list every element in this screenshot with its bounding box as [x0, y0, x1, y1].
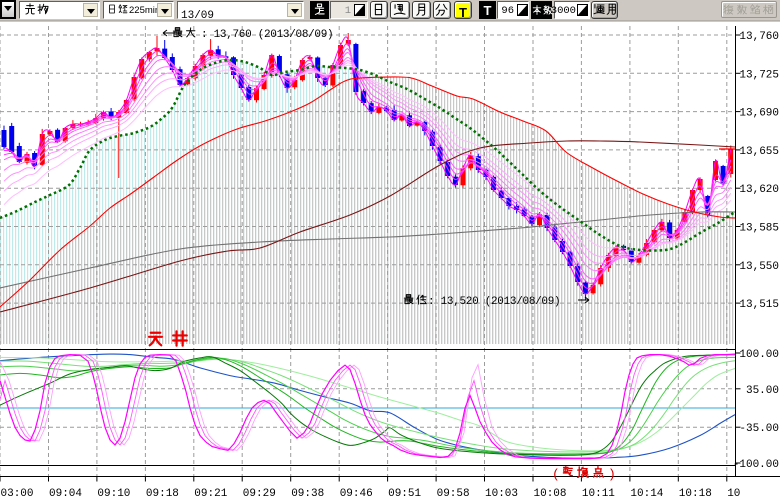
svg-text:13,760: 13,760 [739, 31, 779, 43]
svg-text:13,655: 13,655 [739, 146, 779, 158]
svg-text:09:18: 09:18 [146, 488, 179, 500]
svg-text:09:10: 09:10 [97, 488, 130, 500]
svg-text:10:18: 10:18 [679, 488, 712, 500]
svg-text:(: ( [552, 467, 560, 482]
svg-text:13,690: 13,690 [739, 108, 779, 120]
svg-text:03:00: 03:00 [1, 488, 34, 500]
svg-text:10: 10 [727, 488, 740, 500]
svg-text:10:14: 10:14 [630, 488, 663, 500]
svg-text:): ) [608, 467, 616, 482]
svg-text:35.00: 35.00 [746, 385, 779, 397]
svg-text:10:11: 10:11 [582, 488, 615, 500]
svg-text:: 13,760 (2013/08/09): : 13,760 (2013/08/09) [201, 29, 333, 41]
svg-text:09:04: 09:04 [49, 488, 82, 500]
svg-text:-35.00: -35.00 [739, 423, 779, 435]
svg-text:09:29: 09:29 [243, 488, 276, 500]
svg-text:13,515: 13,515 [739, 299, 779, 311]
svg-text:09:58: 09:58 [437, 488, 470, 500]
svg-text:09:21: 09:21 [194, 488, 227, 500]
svg-text:13,585: 13,585 [739, 223, 779, 235]
svg-text:09:46: 09:46 [340, 488, 373, 500]
svg-text:09:38: 09:38 [291, 488, 324, 500]
svg-text:10:08: 10:08 [534, 488, 567, 500]
svg-text:09:51: 09:51 [388, 488, 421, 500]
svg-text:100.00: 100.00 [739, 349, 779, 361]
svg-text:13,725: 13,725 [739, 69, 779, 81]
svg-text:: 13,520 (2013/08/09): : 13,520 (2013/08/09) [428, 296, 560, 308]
svg-text:10:03: 10:03 [485, 488, 518, 500]
svg-text:13,550: 13,550 [739, 261, 779, 273]
svg-text:-100.00: -100.00 [733, 459, 779, 471]
svg-text:13,620: 13,620 [739, 184, 779, 196]
